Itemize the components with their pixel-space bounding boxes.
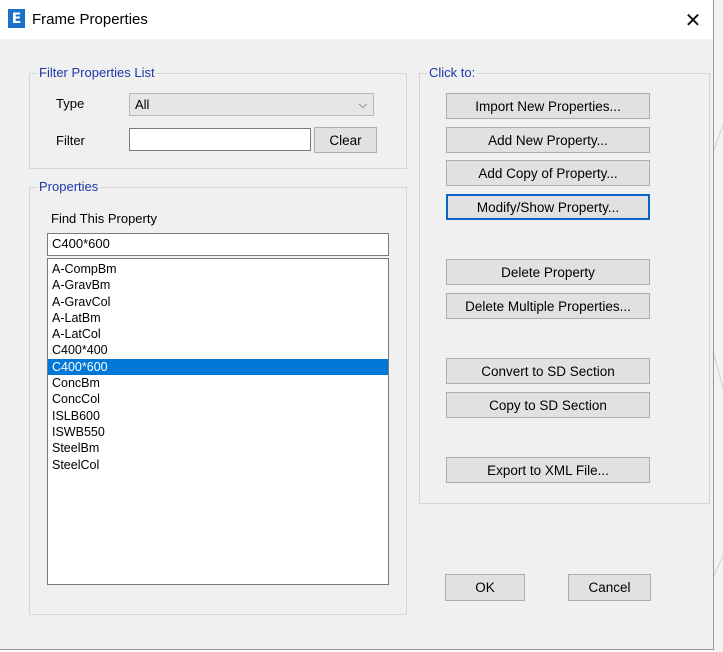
properties-group-legend: Properties (37, 179, 101, 194)
export-to-xml-file-button[interactable]: Export to XML File... (446, 457, 650, 483)
add-new-property-button[interactable]: Add New Property... (446, 127, 650, 153)
list-item[interactable]: A-LatCol (48, 326, 388, 342)
background-app-area (686, 0, 723, 652)
list-item[interactable]: SteelBm (48, 440, 388, 456)
chevron-down-icon: ⌵ (358, 98, 367, 111)
import-new-properties-button[interactable]: Import New Properties... (446, 93, 650, 119)
list-item[interactable]: A-GravBm (48, 277, 388, 293)
convert-to-sd-section-button[interactable]: Convert to SD Section (446, 358, 650, 384)
properties-listbox[interactable]: A-CompBm A-GravBm A-GravCol A-LatBm A-La… (47, 258, 389, 585)
list-item-selected[interactable]: C400*600 (48, 358, 388, 376)
type-select[interactable]: All ⌵ (129, 93, 374, 116)
list-item[interactable]: ConcBm (48, 375, 388, 391)
dialog-title: Frame Properties (32, 11, 148, 28)
ok-button[interactable]: OK (445, 574, 525, 601)
list-item[interactable]: ISWB550 (48, 424, 388, 440)
clear-button[interactable]: Clear (314, 127, 377, 153)
filter-group-legend: Filter Properties List (37, 65, 157, 80)
find-property-label: Find This Property (51, 211, 157, 226)
find-property-input[interactable]: C400*600 (47, 233, 389, 256)
list-item[interactable]: ISLB600 (48, 408, 388, 424)
app-logo-icon: E (8, 9, 25, 28)
filter-properties-group (29, 73, 407, 169)
filter-input[interactable] (129, 128, 311, 151)
type-select-value: All (135, 97, 150, 112)
list-item[interactable]: SteelCol (48, 457, 388, 473)
delete-property-button[interactable]: Delete Property (446, 259, 650, 285)
close-icon: ✕ (684, 8, 702, 32)
properties-list: A-CompBm A-GravBm A-GravCol A-LatBm A-La… (48, 259, 388, 473)
filter-label: Filter (56, 133, 85, 148)
click-to-legend: Click to: (427, 65, 478, 80)
type-label: Type (56, 96, 85, 111)
list-item[interactable]: A-CompBm (48, 261, 388, 277)
list-item[interactable]: ConcCol (48, 391, 388, 407)
cancel-button[interactable]: Cancel (568, 574, 651, 601)
modify-show-property-button[interactable]: Modify/Show Property... (446, 194, 650, 220)
list-item[interactable]: A-GravCol (48, 294, 388, 310)
close-button[interactable]: ✕ (676, 6, 710, 34)
frame-properties-dialog: E Frame Properties ✕ Filter Properties L… (0, 0, 714, 650)
add-copy-of-property-button[interactable]: Add Copy of Property... (446, 160, 650, 186)
list-item[interactable]: A-LatBm (48, 310, 388, 326)
delete-multiple-properties-button[interactable]: Delete Multiple Properties... (446, 293, 650, 319)
list-item[interactable]: C400*400 (48, 342, 388, 358)
copy-to-sd-section-button[interactable]: Copy to SD Section (446, 392, 650, 418)
title-bar: E Frame Properties ✕ (0, 0, 713, 39)
